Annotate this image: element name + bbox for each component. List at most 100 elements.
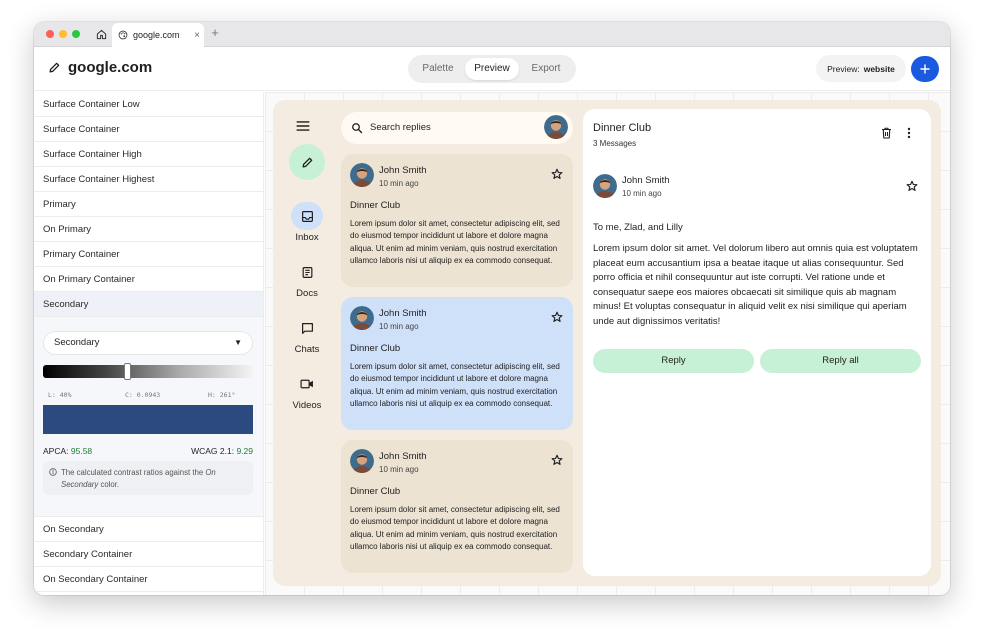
sender-name: John Smith [379, 308, 427, 319]
message-body: Lorem ipsum dolor sit amet. Vel dolorum … [593, 243, 918, 327]
view-segmented-control: Palette Preview Export [408, 55, 576, 83]
preview-canvas: Inbox Docs Chats Videos Search replies J… [265, 92, 950, 595]
compose-button[interactable] [289, 144, 325, 180]
new-tab-button[interactable]: + [208, 25, 222, 40]
tab-title: google.com [133, 30, 180, 40]
color-role-row-selected[interactable]: Secondary [34, 292, 263, 317]
lightness-readout: L: 40% [48, 391, 72, 399]
site-title[interactable]: google.com [48, 59, 152, 76]
message-subject: Dinner Club [350, 486, 401, 497]
nav-label: Videos [292, 400, 322, 411]
color-role-select[interactable]: Secondary ▼ [43, 331, 253, 355]
contrast-note: The calculated contrast ratios against t… [43, 461, 253, 495]
browser-tab[interactable]: google.com × [112, 23, 204, 47]
message-time: 10 min ago [379, 465, 419, 474]
message-card-selected[interactable]: John Smith 10 min ago Dinner Club Lorem … [341, 297, 573, 430]
navigation-rail: Inbox Docs Chats Videos [273, 100, 341, 586]
color-role-row[interactable]: Primary [34, 192, 263, 217]
reply-all-button[interactable]: Reply all [760, 349, 921, 373]
recipients: To me, Zlad, and Lilly [593, 222, 683, 233]
message-card[interactable]: John Smith 10 min ago Dinner Club Lorem … [341, 154, 573, 287]
avatar [350, 163, 374, 187]
minimize-window-button[interactable] [59, 30, 67, 38]
browser-window: google.com × + google.com Palette Previe… [34, 22, 950, 595]
nav-chats[interactable]: Chats [273, 314, 341, 355]
nav-inbox[interactable]: Inbox [273, 202, 341, 243]
hue-readout: H: 261° [208, 391, 236, 399]
sender-name: John Smith [379, 451, 427, 462]
thread-message-count: 3 Messages [593, 139, 637, 148]
plus-icon [920, 64, 930, 74]
zoom-window-button[interactable] [72, 30, 80, 38]
close-window-button[interactable] [46, 30, 54, 38]
preview-target-chip[interactable]: Preview: website [816, 55, 906, 82]
avatar [350, 449, 374, 473]
preview-label: Preview: [827, 63, 860, 74]
color-roles-panel: Surface Container Low Surface Container … [34, 92, 264, 595]
info-icon [49, 468, 57, 476]
message-time: 10 min ago [379, 179, 419, 188]
docs-icon [302, 266, 312, 278]
color-role-row[interactable]: Surface Container Low [34, 92, 263, 117]
nav-label: Docs [296, 288, 318, 299]
search-bar[interactable]: Search replies [341, 112, 573, 144]
sender-name: John Smith [379, 165, 427, 176]
home-icon [96, 29, 106, 40]
star-icon[interactable] [551, 311, 563, 323]
message-preview: Lorem ipsum dolor sit amet, consectetur … [350, 219, 560, 265]
nav-videos[interactable]: Videos [273, 370, 341, 411]
chroma-readout: C: 0.0943 [125, 391, 161, 399]
star-icon[interactable] [906, 180, 918, 192]
message-time: 10 min ago [379, 322, 419, 331]
tone-slider-handle[interactable] [124, 363, 131, 380]
star-icon[interactable] [551, 454, 563, 466]
search-icon [352, 123, 363, 134]
tone-slider-track[interactable] [43, 365, 253, 378]
tab-close-icon[interactable]: × [190, 30, 204, 41]
color-role-row[interactable]: On Primary [34, 217, 263, 242]
sender-name: John Smith [622, 175, 670, 186]
site-name: google.com [68, 59, 153, 76]
color-role-row[interactable]: Surface Container [34, 117, 263, 142]
color-role-row[interactable]: Secondary Container [34, 542, 263, 567]
message-subject: Dinner Club [350, 200, 401, 211]
nav-label: Inbox [295, 232, 319, 243]
preview-value: website [863, 63, 895, 74]
pencil-icon [302, 157, 312, 167]
color-role-row[interactable]: On Primary Container [34, 267, 263, 292]
color-swatch [43, 405, 253, 434]
reply-button[interactable]: Reply [593, 349, 754, 373]
menu-icon[interactable] [296, 120, 310, 132]
tab-export[interactable]: Export [519, 58, 573, 80]
add-button[interactable] [911, 56, 939, 82]
tab-strip: google.com × + [34, 22, 950, 47]
color-role-row[interactable]: On Secondary Container [34, 567, 263, 592]
avatar[interactable] [544, 115, 568, 139]
color-role-row[interactable]: Primary Container [34, 242, 263, 267]
message-card[interactable]: John Smith 10 min ago Dinner Club Lorem … [341, 440, 573, 573]
message-preview: Lorem ipsum dolor sit amet, consectetur … [350, 505, 560, 551]
nav-docs[interactable]: Docs [273, 258, 341, 299]
color-role-row[interactable]: Surface Container High [34, 142, 263, 167]
color-role-editor: Secondary ▼ L: 40% C: 0.0943 H: 261° APC… [34, 317, 263, 517]
caret-down-icon: ▼ [234, 338, 242, 347]
more-vert-icon[interactable] [907, 127, 911, 139]
color-role-row[interactable]: Surface Container Highest [34, 167, 263, 192]
avatar [350, 306, 374, 330]
thread-title: Dinner Club [593, 122, 652, 134]
color-role-row[interactable]: On Secondary [34, 517, 263, 542]
inbox-icon [301, 210, 313, 222]
wcag-score: WCAG 2.1: 9.29 [191, 446, 253, 456]
reading-pane: Dinner Club 3 Messages John Smith 10 min… [583, 109, 931, 576]
color-role-select-value: Secondary [54, 337, 100, 348]
search-placeholder: Search replies [370, 122, 431, 133]
tab-palette[interactable]: Palette [411, 58, 465, 80]
trash-icon[interactable] [881, 127, 892, 139]
star-icon[interactable] [551, 168, 563, 180]
palette-icon [118, 30, 128, 40]
home-button[interactable] [90, 22, 112, 47]
apca-score: APCA: 95.58 [43, 446, 93, 456]
video-icon [300, 379, 313, 389]
tab-preview[interactable]: Preview [465, 58, 519, 80]
app-header: google.com Palette Preview Export Previe… [34, 47, 950, 91]
